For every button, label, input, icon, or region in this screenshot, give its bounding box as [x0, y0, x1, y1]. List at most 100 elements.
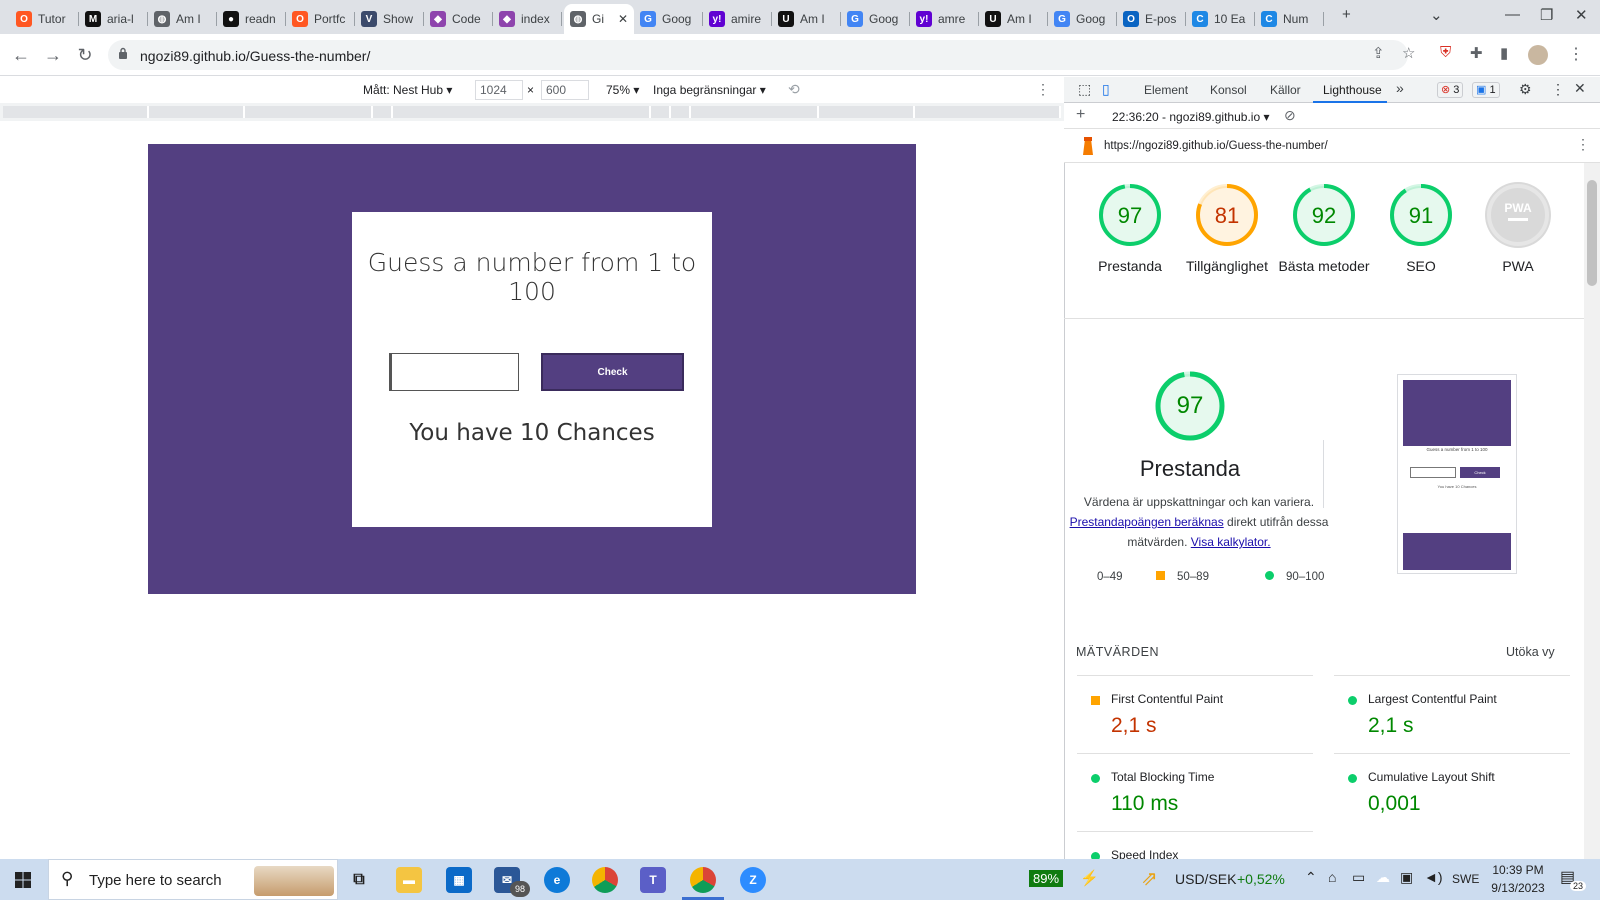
address-bar[interactable]: ngozi89.github.io/Guess-the-number/ [108, 40, 1408, 70]
volume-icon[interactable]: ◄) [1424, 869, 1443, 885]
new-tab-button[interactable]: + [1342, 6, 1351, 23]
tab-search-icon[interactable]: ⌄ [1430, 6, 1443, 24]
inspect-element-icon[interactable]: ⬚ [1078, 81, 1091, 98]
browser-tab[interactable]: G Goog [634, 4, 703, 34]
device-select[interactable]: Mått: Nest Hub ▾ [363, 83, 452, 97]
edge-icon[interactable]: e [544, 867, 570, 893]
devtools-menu-icon[interactable]: ⋮ [1551, 81, 1565, 98]
browser-tab[interactable]: ◍ Gi ✕ [564, 4, 634, 34]
rotate-icon[interactable]: ⟲ [788, 81, 800, 98]
show-hidden-icons[interactable]: ⌃ [1305, 869, 1317, 886]
browser-tab[interactable]: Maria-l [79, 4, 148, 34]
tab-lighthouse[interactable]: Lighthouse [1323, 83, 1382, 97]
browser-tab[interactable]: O Portfc [286, 4, 355, 34]
zoom-app-icon[interactable]: Z [740, 867, 766, 893]
stock-name[interactable]: USD/SEK [1175, 871, 1236, 887]
settings-gear-icon[interactable]: ⚙ [1519, 81, 1532, 98]
clear-report-icon[interactable]: ⊘ [1284, 107, 1296, 124]
profile-avatar[interactable] [1528, 45, 1548, 65]
network-icon[interactable]: ▣ [1400, 869, 1413, 886]
throttle-select[interactable]: Inga begränsningar ▾ [653, 83, 766, 97]
side-panel-icon[interactable]: ▮ [1500, 44, 1508, 62]
reload-icon[interactable]: ↻ [73, 43, 97, 67]
ruler-segment[interactable] [3, 106, 149, 118]
device-toggle-icon[interactable]: ▯ [1102, 81, 1110, 98]
calculator-link[interactable]: Visa kalkylator. [1191, 535, 1271, 549]
teams-icon[interactable]: T [640, 867, 666, 893]
ruler-segment[interactable] [915, 106, 1061, 118]
browser-tab[interactable]: ◆ index [493, 4, 562, 34]
ruler-segment[interactable] [651, 106, 671, 118]
report-menu-icon[interactable]: ⋮ [1576, 136, 1590, 153]
browser-tab[interactable]: ● readn [217, 4, 286, 34]
score-gauge-ring[interactable] [1485, 182, 1551, 248]
browser-tab[interactable]: G Goog [1048, 4, 1117, 34]
report-selector[interactable]: 22:36:20 - ngozi89.github.io ▾ [1112, 110, 1269, 124]
browser-tab[interactable]: ◆ Code [424, 4, 493, 34]
error-badge[interactable]: ⊗ 3 [1437, 82, 1464, 98]
url-text[interactable]: ngozi89.github.io/Guess-the-number/ [140, 48, 370, 64]
clock-date[interactable]: 9/13/2023 [1484, 881, 1552, 895]
extension-shield-icon[interactable]: ⛨ [1440, 44, 1451, 61]
ruler-segment[interactable] [671, 106, 691, 118]
ruler-segment[interactable] [245, 106, 373, 118]
browser-tab[interactable]: G Goog [841, 4, 910, 34]
browser-tab[interactable]: U Am I [772, 4, 841, 34]
tab-element[interactable]: Element [1144, 83, 1188, 97]
battery-icon[interactable]: ▭ [1352, 869, 1365, 886]
bookmark-star-icon[interactable]: ☆ [1402, 44, 1415, 62]
ruler-segment[interactable] [149, 106, 245, 118]
check-button[interactable]: Check [541, 353, 684, 391]
device-menu-icon[interactable]: ⋮ [1036, 81, 1050, 98]
windows-start-icon[interactable] [15, 872, 31, 888]
minimize-icon[interactable]: — [1505, 6, 1520, 23]
language-indicator[interactable]: SWE [1452, 872, 1479, 886]
battery-indicator[interactable]: 89% [1029, 870, 1064, 887]
browser-tab[interactable]: C Num [1255, 4, 1324, 34]
stock-change[interactable]: +0,52% [1237, 871, 1285, 887]
ruler-segment[interactable] [691, 106, 819, 118]
close-tab-icon[interactable]: ✕ [618, 12, 628, 26]
ruler-segment[interactable] [819, 106, 915, 118]
menu-kebab-icon[interactable]: ⋮ [1568, 44, 1584, 64]
ruler-segment[interactable] [373, 106, 393, 118]
new-report-icon[interactable]: + [1076, 106, 1085, 124]
score-calc-link[interactable]: Prestandapoängen beräknas [1070, 515, 1224, 529]
tab-konsol[interactable]: Konsol [1210, 83, 1247, 97]
expand-view-toggle[interactable]: Utöka vy [1506, 645, 1555, 659]
onedrive-icon[interactable]: ☁ [1376, 869, 1390, 886]
close-window-icon[interactable]: ✕ [1575, 6, 1588, 24]
browser-tab[interactable]: O E-pos [1117, 4, 1186, 34]
back-icon[interactable]: ← [9, 43, 33, 67]
browser-tab[interactable]: U Am I [979, 4, 1048, 34]
file-explorer-icon[interactable]: ▬ [396, 867, 422, 893]
extensions-puzzle-icon[interactable]: ✚ [1470, 44, 1483, 62]
share-icon[interactable]: ⇪ [1372, 44, 1385, 62]
taskbar-search[interactable]: ⚲ Type here to search [48, 859, 338, 900]
store-icon[interactable]: ▦ [446, 867, 472, 893]
tab-kallor[interactable]: Källor [1270, 83, 1301, 97]
scrollbar-thumb[interactable] [1587, 180, 1597, 286]
page-screenshot-thumbnail[interactable]: Guess a number from 1 to 100 Check You h… [1397, 374, 1517, 574]
zoom-select[interactable]: 75% ▾ [606, 83, 639, 97]
width-field[interactable]: 1024 [475, 80, 523, 100]
message-badge[interactable]: ▣ 1 [1472, 82, 1500, 98]
ruler-segment[interactable] [393, 106, 651, 118]
close-devtools-icon[interactable]: ✕ [1574, 80, 1586, 97]
browser-tab[interactable]: C 10 Ea [1186, 4, 1255, 34]
browser-tab[interactable]: y! amire [703, 4, 772, 34]
browser-tab[interactable]: V Show [355, 4, 424, 34]
task-view-icon[interactable]: ⧉ [346, 867, 372, 893]
browser-tab[interactable]: O Tutor [10, 4, 79, 34]
browser-tab[interactable]: ◍ Am I [148, 4, 217, 34]
chrome-profile-icon[interactable] [690, 867, 716, 893]
browser-tab[interactable]: y! amre [910, 4, 979, 34]
restore-icon[interactable]: ❐ [1540, 6, 1553, 24]
clock-time[interactable]: 10:39 PM [1488, 863, 1548, 877]
height-field[interactable]: 600 [541, 80, 589, 100]
guess-input[interactable] [389, 353, 519, 391]
device-icon[interactable]: ⌂ [1328, 869, 1336, 885]
more-tabs-icon[interactable]: » [1396, 80, 1404, 96]
chrome-icon[interactable] [592, 867, 618, 893]
forward-icon[interactable]: → [41, 43, 65, 67]
